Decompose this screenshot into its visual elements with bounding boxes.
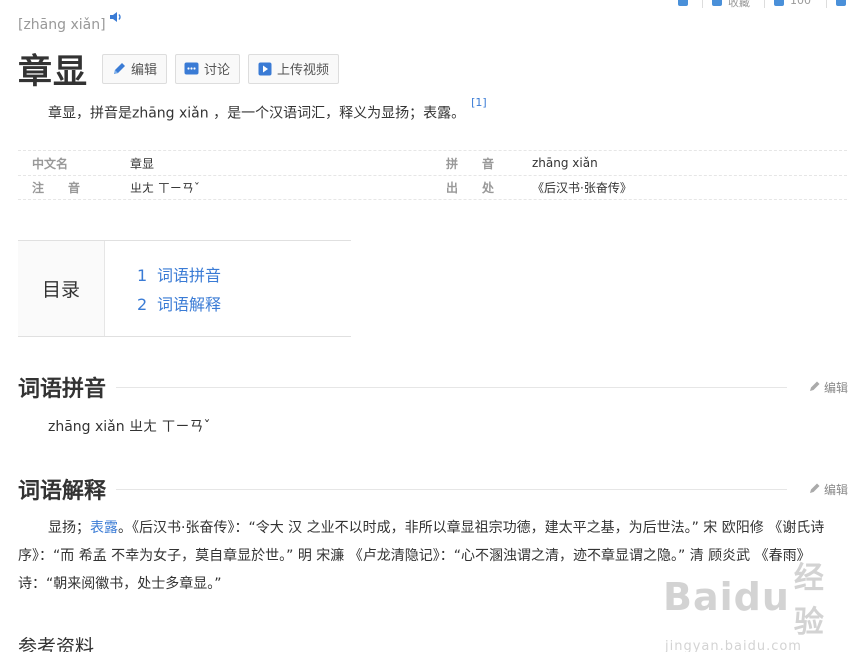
info-label-zhuyin: 注 音 — [32, 181, 81, 195]
toolbar-divider — [826, 0, 827, 8]
entry-pinyin: [zhāng xiǎn] — [18, 17, 106, 33]
section-title: 词语解释 — [18, 479, 107, 504]
info-label-chinese-name: 中文名 — [32, 156, 69, 171]
toc-item-label: 词语拼音 — [157, 266, 222, 285]
info-value-source: 《后汉书·张奋传》 — [532, 181, 632, 195]
watermark-logo-cn: 经验 — [793, 561, 825, 640]
references-heading: 参考资料 — [18, 636, 95, 652]
reference-link[interactable]: [1] — [471, 96, 487, 109]
edit-button[interactable]: 编辑 — [102, 53, 168, 84]
explanation-text: 显扬； — [48, 520, 90, 536]
share-icon[interactable] — [836, 0, 846, 6]
info-label-source: 出 处 — [446, 181, 495, 195]
like-icon[interactable] — [774, 0, 784, 6]
basic-info-table: 中文名 章显 拼 音 zhāng xiǎn 注 音 ㄓㄤ ㄒㄧㄢˇ 出 处 《后… — [18, 150, 847, 200]
toolbar-divider — [764, 0, 765, 8]
upload-video-button[interactable]: 上传视频 — [248, 53, 340, 84]
entry-pinyin-row: [zhāng xiǎn] — [18, 12, 121, 33]
entry-summary: 章显，拼音是zhāng xiǎn ，是一个汉语词汇，释义为显扬；表露。 [1] — [48, 96, 487, 123]
toc-list: 1 词语拼音 2 词语解释 — [105, 241, 221, 336]
toc-item-number: 2 — [137, 295, 148, 314]
video-play-icon — [257, 61, 272, 76]
toc-title: 目录 — [18, 241, 105, 336]
summary-text: 章显，拼音是zhāng xiǎn ，是一个汉语词汇，释义为显扬；表露。 — [48, 105, 466, 122]
toolbar-icon[interactable] — [678, 0, 688, 6]
watermark-logo: Baidu 经验 — [663, 553, 853, 641]
section-divider — [116, 488, 787, 490]
toc-item-number: 1 — [137, 266, 148, 285]
discuss-button-label: 讨论 — [204, 63, 231, 78]
info-value-zhuyin: ㄓㄤ ㄒㄧㄢˇ — [130, 181, 200, 195]
star-icon[interactable] — [712, 0, 722, 6]
toc-item-pinyin[interactable]: 1 词语拼音 — [137, 261, 221, 290]
basic-info-row: 中文名 章显 拼 音 zhāng xiǎn — [18, 150, 847, 175]
edit-button-label: 编辑 — [131, 63, 158, 78]
basic-info-row: 注 音 ㄓㄤ ㄒㄧㄢˇ 出 处 《后汉书·张奋传》 — [18, 175, 847, 200]
info-value-chinese-name: 章显 — [130, 156, 155, 171]
section-edit-label: 编辑 — [823, 380, 848, 395]
favorite-label[interactable]: 收藏 — [728, 0, 750, 10]
discuss-button[interactable]: 讨论 — [175, 53, 241, 84]
section-edit-button[interactable]: 编辑 — [809, 481, 848, 498]
term-link[interactable]: 表露 — [90, 520, 118, 536]
toolbar-divider — [702, 0, 703, 8]
toc-item-explanation[interactable]: 2 词语解释 — [137, 290, 221, 319]
section-edit-button[interactable]: 编辑 — [809, 379, 848, 396]
baidu-jingyan-watermark: Baidu 经验 jingyan.baidu.com — [663, 553, 853, 652]
section-divider — [116, 386, 787, 388]
page-title: 章显 — [18, 52, 88, 92]
info-value-pinyin: zhāng xiǎn — [532, 156, 598, 170]
title-row: 章显 编辑 讨论 上传视频 — [18, 44, 347, 93]
pencil-icon — [111, 61, 126, 76]
section-header-pinyin: 词语拼音 编辑 — [18, 372, 848, 402]
upload-video-button-label: 上传视频 — [277, 63, 330, 78]
section-header-explanation: 词语解释 编辑 — [18, 474, 848, 504]
pencil-icon — [809, 482, 821, 497]
speaker-icon[interactable] — [109, 11, 123, 26]
pinyin-content: zhāng xiǎn ㄓㄤ ㄒㄧㄢˇ — [48, 419, 211, 435]
section-edit-label: 编辑 — [823, 482, 848, 497]
table-of-contents: 目录 1 词语拼音 2 词语解释 — [18, 240, 351, 337]
toc-item-label: 词语解释 — [157, 295, 222, 314]
chat-icon — [184, 61, 199, 76]
top-toolbar-fragment: 收藏 100 — [666, 0, 866, 10]
section-title: 词语拼音 — [18, 377, 107, 402]
watermark-logo-text: Baidu — [663, 575, 790, 619]
pencil-icon — [809, 380, 821, 395]
like-count[interactable]: 100 — [790, 0, 811, 7]
info-label-pinyin: 拼 音 — [446, 156, 495, 171]
